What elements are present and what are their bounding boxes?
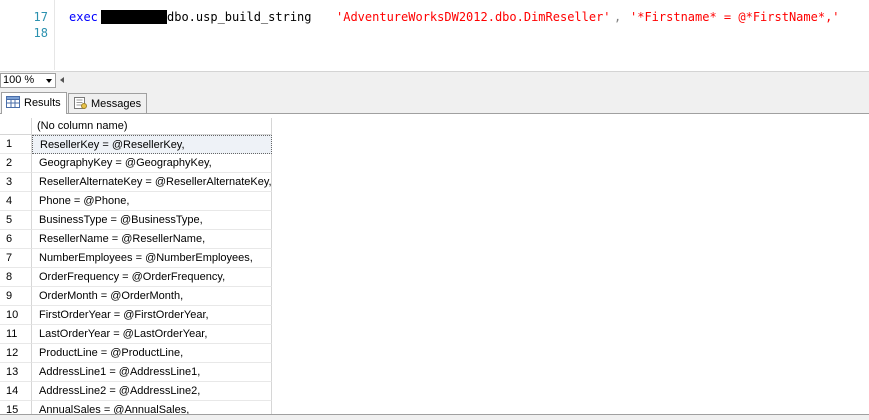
table-row[interactable]: 8 OrderFrequency = @OrderFrequency, (0, 268, 272, 287)
line-number: 18 (33, 26, 48, 40)
result-cell[interactable]: ResellerName = @ResellerName, (32, 230, 272, 249)
result-cell[interactable]: GeographyKey = @GeographyKey, (32, 154, 272, 173)
tab-results[interactable]: Results (1, 92, 67, 114)
code-line-18: 18 exec dbo.usp_build_string 'AdventureW… (0, 9, 869, 40)
row-number[interactable]: 9 (0, 287, 32, 306)
row-number[interactable]: 10 (0, 306, 32, 325)
tab-results-label: Results (24, 97, 61, 109)
row-number[interactable]: 3 (0, 173, 32, 192)
row-number[interactable]: 5 (0, 211, 32, 230)
table-row[interactable]: 6 ResellerName = @ResellerName, (0, 230, 272, 249)
result-cell[interactable]: Phone = @Phone, (32, 192, 272, 211)
result-cell[interactable]: ResellerKey = @ResellerKey, (32, 135, 272, 154)
row-number[interactable]: 2 (0, 154, 32, 173)
results-tab-strip: Results Messages (0, 89, 869, 114)
result-cell[interactable]: NumberEmployees = @NumberEmployees, (32, 249, 272, 268)
redacted-schema-block (101, 10, 167, 24)
grid-icon (6, 96, 20, 108)
result-cell[interactable]: BusinessType = @BusinessType, (32, 211, 272, 230)
zoom-dropdown[interactable]: 100 % (0, 73, 56, 88)
horizontal-scrollbar[interactable] (0, 414, 869, 420)
result-cell[interactable]: LastOrderYear = @LastOrderYear, (32, 325, 272, 344)
results-grid[interactable]: (No column name) 1 ResellerKey = @Reselle… (0, 114, 869, 419)
row-number[interactable]: 7 (0, 249, 32, 268)
row-number[interactable]: 6 (0, 230, 32, 249)
column-header[interactable]: (No column name) (32, 118, 272, 135)
query-editor[interactable]: 17 18 exec dbo.usp_build_string 'Adventu… (0, 0, 869, 70)
row-number[interactable]: 13 (0, 363, 32, 382)
zoom-value: 100 % (3, 74, 35, 86)
table-row[interactable]: 5 BusinessType = @BusinessType, (0, 211, 272, 230)
messages-icon (74, 97, 87, 109)
code-line-17: 17 (0, 0, 869, 24)
table-row[interactable]: 2 GeographyKey = @GeographyKey, (0, 154, 272, 173)
result-cell[interactable]: OrderFrequency = @OrderFrequency, (32, 268, 272, 287)
table-row[interactable]: 3 ResellerAlternateKey = @ResellerAlterna… (0, 173, 272, 192)
table-row[interactable]: 4 Phone = @Phone, (0, 192, 272, 211)
row-number[interactable]: 4 (0, 192, 32, 211)
row-number[interactable]: 1 (0, 135, 32, 154)
procedure-name: dbo.usp_build_string (167, 10, 312, 24)
row-number[interactable]: 8 (0, 268, 32, 287)
argument-separator: , (614, 10, 622, 24)
row-number[interactable]: 14 (0, 382, 32, 401)
row-number[interactable]: 12 (0, 344, 32, 363)
result-cell[interactable]: ResellerAlternateKey = @ResellerAlternat… (32, 173, 272, 192)
result-cell[interactable]: FirstOrderYear = @FirstOrderYear, (32, 306, 272, 325)
chevron-down-icon (46, 79, 52, 83)
table-row[interactable]: 10 FirstOrderYear = @FirstOrderYear, (0, 306, 272, 325)
table-row[interactable]: 13 AddressLine1 = @AddressLine1, (0, 363, 272, 382)
table-row[interactable]: 12 ProductLine = @ProductLine, (0, 344, 272, 363)
template-argument: '*Firstname* = @*FirstName*,' (630, 10, 840, 24)
scroll-left-arrow-icon[interactable] (60, 77, 64, 83)
zoom-bar: 100 % (0, 71, 869, 90)
table-row[interactable]: 1 ResellerKey = @ResellerKey, (0, 135, 272, 154)
table-row[interactable]: 14 AddressLine2 = @AddressLine2, (0, 382, 272, 401)
table-row[interactable]: 9 OrderMonth = @OrderMonth, (0, 287, 272, 306)
table-row[interactable]: 7 NumberEmployees = @NumberEmployees, (0, 249, 272, 268)
table-name-argument: 'AdventureWorksDW2012.dbo.DimReseller' (336, 10, 611, 24)
tab-messages[interactable]: Messages (68, 93, 147, 113)
table-row[interactable]: 11 LastOrderYear = @LastOrderYear, (0, 325, 272, 344)
exec-keyword: exec (69, 10, 98, 24)
result-cell[interactable]: ProductLine = @ProductLine, (32, 344, 272, 363)
result-cell[interactable]: AddressLine1 = @AddressLine1, (32, 363, 272, 382)
row-number[interactable]: 11 (0, 325, 32, 344)
row-number-header (0, 118, 32, 135)
tab-messages-label: Messages (91, 98, 142, 110)
result-cell[interactable]: OrderMonth = @OrderMonth, (32, 287, 272, 306)
result-cell[interactable]: AddressLine2 = @AddressLine2, (32, 382, 272, 401)
